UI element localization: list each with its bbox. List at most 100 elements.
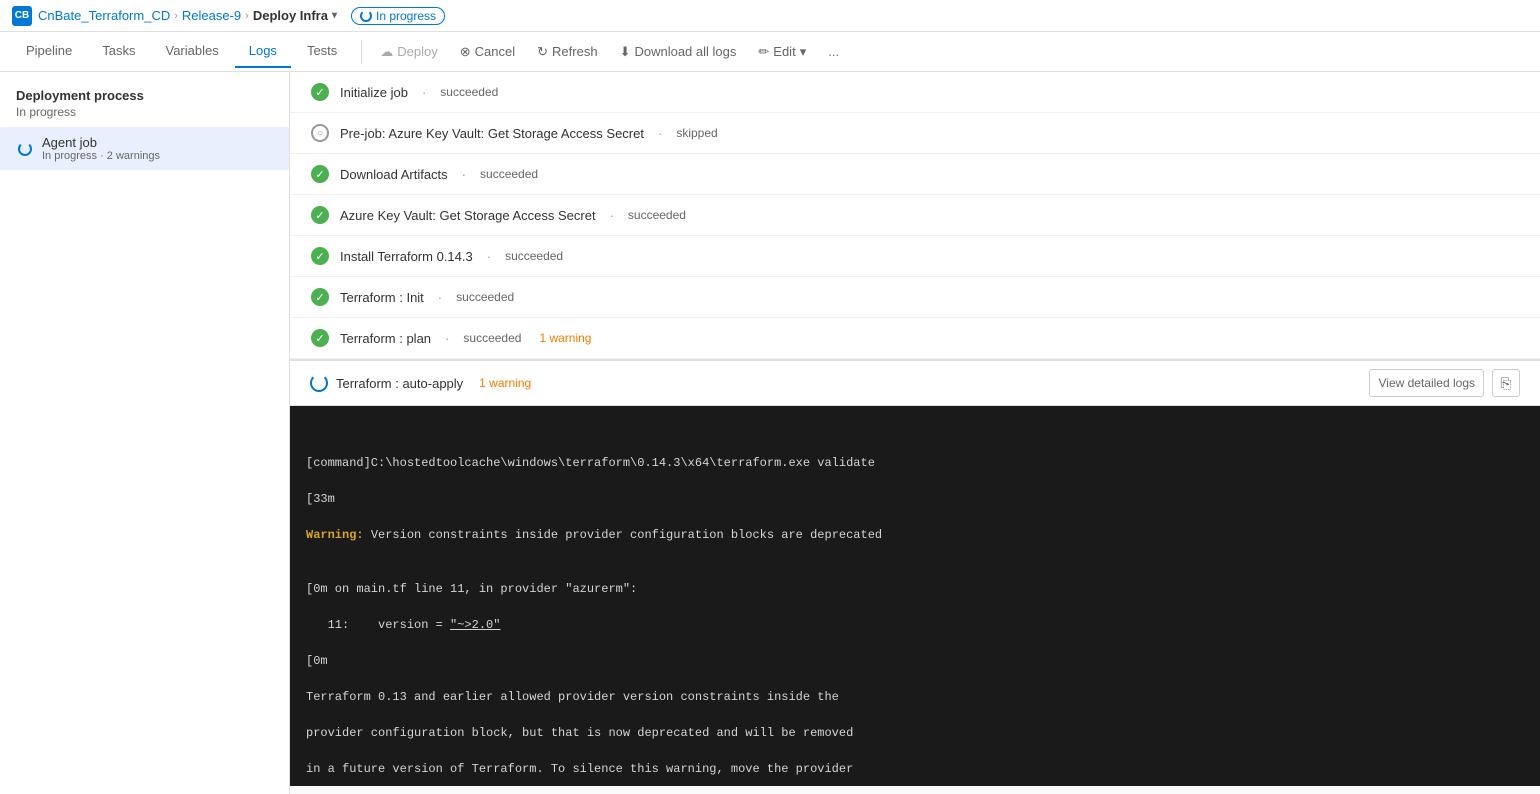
breadcrumb-chevron-icon[interactable]: ▾: [332, 10, 337, 21]
status-badge-label: In progress: [376, 9, 436, 23]
breadcrumb-sep-1: ›: [174, 10, 178, 22]
breadcrumb-sep-2: ›: [245, 10, 249, 22]
step-row[interactable]: ✓ Terraform : plan · succeeded 1 warning: [290, 318, 1540, 359]
tab-tests[interactable]: Tests: [293, 35, 351, 68]
logo-text: CB: [15, 10, 29, 21]
tab-variables[interactable]: Variables: [152, 35, 233, 68]
step-name: Pre-job: Azure Key Vault: Get Storage Ac…: [340, 126, 644, 141]
breadcrumb-current-label: Deploy Infra: [253, 8, 328, 23]
step-row[interactable]: ✓ Terraform : Init · succeeded: [290, 277, 1540, 318]
sidebar-item-agent-job[interactable]: Agent job In progress · 2 warnings: [0, 127, 289, 170]
step-row[interactable]: ✓ Initialize job · succeeded: [290, 72, 1540, 113]
tab-pipeline[interactable]: Pipeline: [12, 35, 86, 68]
sidebar-section-sub: In progress: [0, 105, 289, 127]
status-spinner-icon: [360, 10, 372, 22]
deploy-label: Deploy: [397, 44, 437, 59]
status-badge: In progress: [351, 7, 445, 25]
step-dot: ·: [462, 167, 466, 182]
step-status: succeeded: [505, 249, 563, 263]
main-layout: Deployment process In progress Agent job…: [0, 72, 1540, 794]
app-logo: CB: [12, 6, 32, 26]
more-icon: ...: [828, 44, 839, 59]
check-circle-icon: ✓: [311, 83, 329, 101]
nav-tabs: Pipeline Tasks Variables Logs Tests: [12, 35, 353, 68]
check-circle-icon: ✓: [311, 288, 329, 306]
step-check-icon: ✓: [310, 328, 330, 348]
terminal[interactable]: [command]C:\hostedtoolcache\windows\terr…: [290, 406, 1540, 786]
log-title: Terraform : auto-apply: [336, 376, 463, 391]
agent-job-sub: In progress · 2 warnings: [42, 150, 273, 162]
check-circle-icon: ✓: [311, 165, 329, 183]
skip-circle-icon: ○: [311, 124, 329, 142]
step-status: succeeded: [480, 167, 538, 181]
step-name: Terraform : Init: [340, 290, 424, 305]
tab-logs[interactable]: Logs: [235, 35, 291, 68]
spinner-icon: [18, 142, 32, 156]
step-list: ✓ Initialize job · succeeded ○ Pre-job: …: [290, 72, 1540, 359]
log-header: Terraform : auto-apply 1 warning View de…: [290, 361, 1540, 406]
refresh-label: Refresh: [552, 44, 598, 59]
check-circle-icon: ✓: [311, 206, 329, 224]
more-button[interactable]: ...: [818, 40, 849, 63]
step-warning: 1 warning: [539, 331, 591, 345]
breadcrumb-current: Deploy Infra ▾: [253, 8, 337, 23]
step-check-icon: ✓: [310, 164, 330, 184]
view-detailed-logs-label: View detailed logs: [1378, 376, 1475, 390]
step-row[interactable]: ✓ Download Artifacts · succeeded: [290, 154, 1540, 195]
step-row[interactable]: ○ Pre-job: Azure Key Vault: Get Storage …: [290, 113, 1540, 154]
edit-button[interactable]: ✏ Edit ▾: [748, 40, 816, 64]
cancel-label: Cancel: [475, 44, 515, 59]
step-skip-icon: ○: [310, 123, 330, 143]
log-warning: 1 warning: [479, 376, 531, 390]
step-dot: ·: [610, 208, 614, 223]
copy-log-button[interactable]: ⎘: [1492, 369, 1520, 397]
step-check-icon: ✓: [310, 205, 330, 225]
cancel-icon: ⊗: [460, 44, 471, 60]
step-status: succeeded: [440, 85, 498, 99]
toolbar-separator: [361, 40, 362, 64]
download-logs-label: Download all logs: [634, 44, 736, 59]
breadcrumb-pipeline[interactable]: CnBate_Terraform_CD: [38, 8, 170, 23]
log-spinner-icon: [310, 374, 328, 392]
sidebar: Deployment process In progress Agent job…: [0, 72, 290, 794]
cloud-icon: ☁: [380, 44, 393, 60]
edit-chevron-icon: ▾: [800, 44, 807, 60]
download-logs-button[interactable]: ⬇ Download all logs: [610, 40, 747, 64]
tab-tasks[interactable]: Tasks: [88, 35, 149, 68]
agent-job-label: Agent job: [42, 135, 273, 150]
step-status: skipped: [676, 126, 717, 140]
refresh-button[interactable]: ↻ Refresh: [527, 40, 607, 64]
step-check-icon: ✓: [310, 82, 330, 102]
edit-icon: ✏: [758, 44, 769, 60]
log-header-right: View detailed logs ⎘: [1369, 369, 1520, 397]
view-detailed-logs-button[interactable]: View detailed logs: [1369, 369, 1484, 397]
step-status: succeeded: [628, 208, 686, 222]
agent-job-spinner-icon: [16, 140, 34, 158]
step-name: Download Artifacts: [340, 167, 448, 182]
step-check-icon: ✓: [310, 287, 330, 307]
deploy-button[interactable]: ☁ Deploy: [370, 40, 447, 64]
step-check-icon: ✓: [310, 246, 330, 266]
cancel-button[interactable]: ⊗ Cancel: [450, 40, 525, 64]
breadcrumb-release[interactable]: Release-9: [182, 8, 241, 23]
step-row[interactable]: ✓ Azure Key Vault: Get Storage Access Se…: [290, 195, 1540, 236]
step-dot: ·: [422, 85, 426, 100]
breadcrumb: CnBate_Terraform_CD › Release-9 › Deploy…: [38, 8, 337, 23]
step-name: Initialize job: [340, 85, 408, 100]
check-circle-icon: ✓: [311, 329, 329, 347]
sidebar-item-text: Agent job In progress · 2 warnings: [42, 135, 273, 162]
step-status: succeeded: [463, 331, 521, 345]
step-name: Terraform : plan: [340, 331, 431, 346]
step-name: Azure Key Vault: Get Storage Access Secr…: [340, 208, 596, 223]
step-row[interactable]: ✓ Install Terraform 0.14.3 · succeeded: [290, 236, 1540, 277]
log-section: Terraform : auto-apply 1 warning View de…: [290, 359, 1540, 786]
log-header-left: Terraform : auto-apply 1 warning: [310, 374, 531, 392]
step-dot: ·: [438, 290, 442, 305]
tooltip-wrapper: View detailed logs: [1369, 369, 1484, 397]
refresh-icon: ↻: [537, 44, 548, 60]
check-circle-icon: ✓: [311, 247, 329, 265]
download-icon: ⬇: [620, 44, 631, 60]
step-name: Install Terraform 0.14.3: [340, 249, 473, 264]
step-dot: ·: [445, 331, 449, 346]
step-dot: ·: [658, 126, 662, 141]
